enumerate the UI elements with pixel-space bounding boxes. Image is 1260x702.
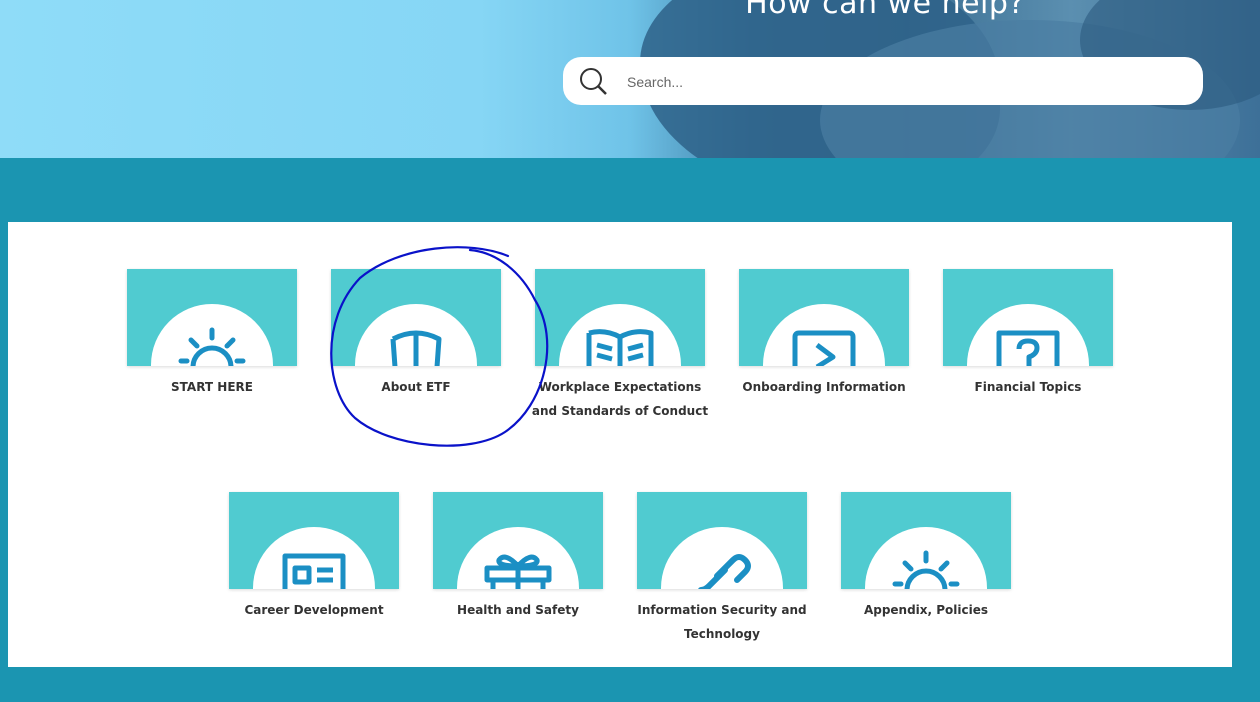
card-workplace-expectations[interactable]: Workplace Expectations and Standards of … [532, 269, 708, 429]
card-start-here[interactable]: START HERE [127, 269, 297, 429]
card-tile [637, 492, 807, 589]
link-icon [698, 554, 751, 589]
card-label: Health and Safety [457, 603, 579, 617]
card-tile [535, 269, 705, 366]
sun-icon [892, 550, 960, 589]
open-book-icon [586, 329, 654, 366]
search-box[interactable] [563, 57, 1203, 105]
hero-title: How can we help? [745, 0, 1025, 21]
card-label: Financial Topics [974, 380, 1082, 394]
search-input[interactable] [625, 69, 1189, 95]
card-onboarding-information[interactable]: Onboarding Information [739, 269, 909, 429]
card-label: Workplace Expectations and Standards of … [531, 380, 709, 418]
card-label: Onboarding Information [742, 380, 906, 394]
card-tile [943, 269, 1113, 366]
card-financial-topics[interactable]: Financial Topics [943, 269, 1113, 429]
card-about-etf[interactable]: About ETF [331, 269, 501, 429]
card-tile [229, 492, 399, 589]
category-panel: START HERE About ETF Workplace Expectati… [8, 222, 1232, 667]
sun-icon [178, 327, 246, 366]
card-health-and-safety[interactable]: Health and Safety [433, 492, 603, 652]
question-icon [996, 330, 1060, 366]
card-label: Career Development [244, 603, 384, 617]
shield-icon [390, 330, 442, 366]
card-information-security[interactable]: Information Security and Technology [637, 492, 807, 652]
card-career-development[interactable]: Career Development [229, 492, 399, 652]
card-tile [433, 492, 603, 589]
card-tile [127, 269, 297, 366]
search-icon[interactable] [577, 65, 609, 97]
card-tile [739, 269, 909, 366]
hero-banner: How can we help? [0, 0, 1260, 158]
play-screen-icon [792, 330, 856, 366]
gift-icon [484, 554, 552, 589]
id-card-icon [282, 553, 346, 589]
card-label: Appendix, Policies [863, 603, 989, 617]
card-tile [841, 492, 1011, 589]
card-label: About ETF [381, 380, 451, 394]
card-label: Information Security and Technology [637, 603, 807, 641]
card-appendix-policies[interactable]: Appendix, Policies [841, 492, 1011, 652]
card-label: START HERE [171, 380, 253, 394]
card-tile [331, 269, 501, 366]
